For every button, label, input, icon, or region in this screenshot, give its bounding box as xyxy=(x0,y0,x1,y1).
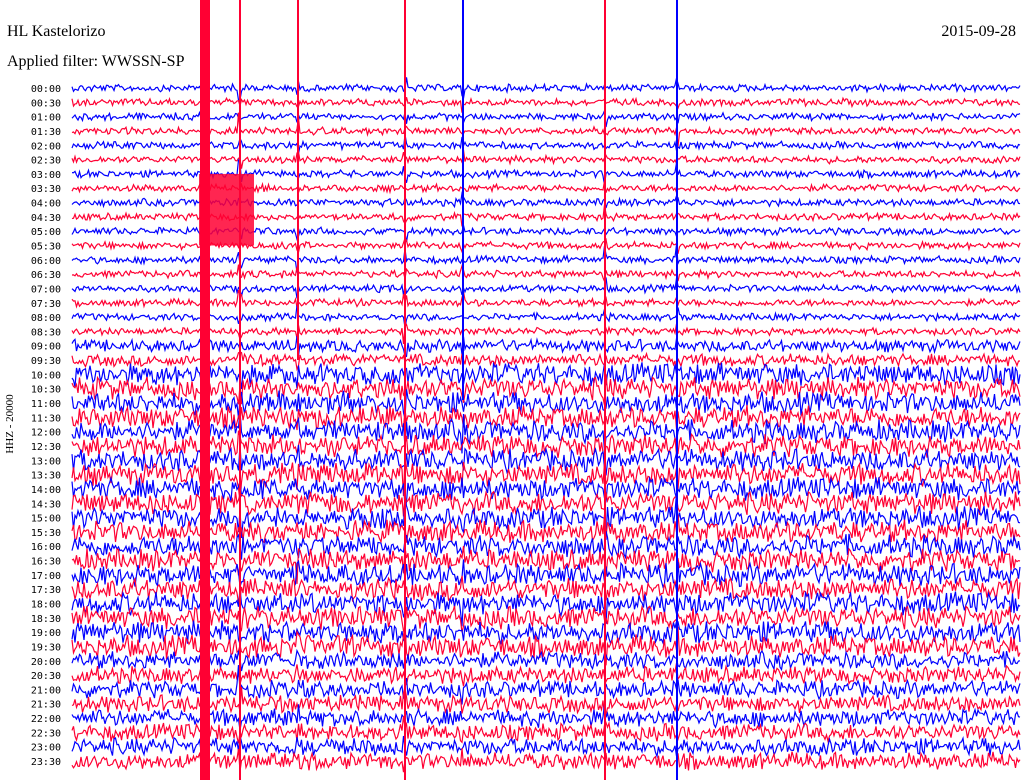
time-label: 19:30 xyxy=(31,642,61,653)
time-label: 01:30 xyxy=(31,127,61,138)
time-label: 02:00 xyxy=(31,141,61,152)
time-label: 23:30 xyxy=(31,757,61,768)
time-label: 10:30 xyxy=(31,385,61,396)
time-label: 09:00 xyxy=(31,342,61,353)
time-label: 21:30 xyxy=(31,700,61,711)
filter-label: Applied filter: WWSSN-SP xyxy=(7,53,185,70)
time-label: 18:30 xyxy=(31,614,61,625)
time-label: 00:00 xyxy=(31,84,61,95)
time-label: 17:00 xyxy=(31,571,61,582)
time-label: 15:30 xyxy=(31,528,61,539)
time-label: 20:30 xyxy=(31,671,61,682)
time-label: 10:00 xyxy=(31,370,61,381)
time-label: 04:30 xyxy=(31,213,61,224)
time-label: 04:00 xyxy=(31,199,61,210)
time-label: 17:30 xyxy=(31,585,61,596)
time-label: 18:00 xyxy=(31,599,61,610)
time-label: 00:30 xyxy=(31,98,61,109)
time-label: 16:00 xyxy=(31,542,61,553)
helicorder-plot: 00:00 00:30 01:00 01:30 02:00 02:30 03:00 03:30… xyxy=(0,0,1024,780)
time-label: 05:30 xyxy=(31,242,61,253)
date-label: 2015-09-28 xyxy=(941,23,1016,40)
time-label: 05:00 xyxy=(31,227,61,238)
time-label: 07:00 xyxy=(31,284,61,295)
time-label: 13:00 xyxy=(31,456,61,467)
time-label: 06:30 xyxy=(31,270,61,281)
time-label: 21:00 xyxy=(31,685,61,696)
time-label: 12:30 xyxy=(31,442,61,453)
channel-label: HHZ - 20000 xyxy=(4,394,16,454)
time-label: 19:00 xyxy=(31,628,61,639)
time-label: 16:30 xyxy=(31,557,61,568)
time-label: 03:00 xyxy=(31,170,61,181)
time-label: 02:30 xyxy=(31,156,61,167)
time-label: 12:00 xyxy=(31,428,61,439)
time-label: 23:00 xyxy=(31,743,61,754)
time-label: 06:00 xyxy=(31,256,61,267)
time-label: 15:00 xyxy=(31,514,61,525)
time-label: 08:00 xyxy=(31,313,61,324)
time-label: 11:00 xyxy=(31,399,61,410)
time-label: 22:00 xyxy=(31,714,61,725)
time-label: 20:00 xyxy=(31,657,61,668)
time-label: 14:00 xyxy=(31,485,61,496)
time-label: 11:30 xyxy=(31,413,61,424)
time-label: 14:30 xyxy=(31,499,61,510)
station-title: HL Kastelorizo xyxy=(7,23,105,40)
time-label: 08:30 xyxy=(31,327,61,338)
time-label: 01:00 xyxy=(31,113,61,124)
time-label: 13:30 xyxy=(31,471,61,482)
time-label: 09:30 xyxy=(31,356,61,367)
time-label: 22:30 xyxy=(31,728,61,739)
time-label: 03:30 xyxy=(31,184,61,195)
time-label: 07:30 xyxy=(31,299,61,310)
